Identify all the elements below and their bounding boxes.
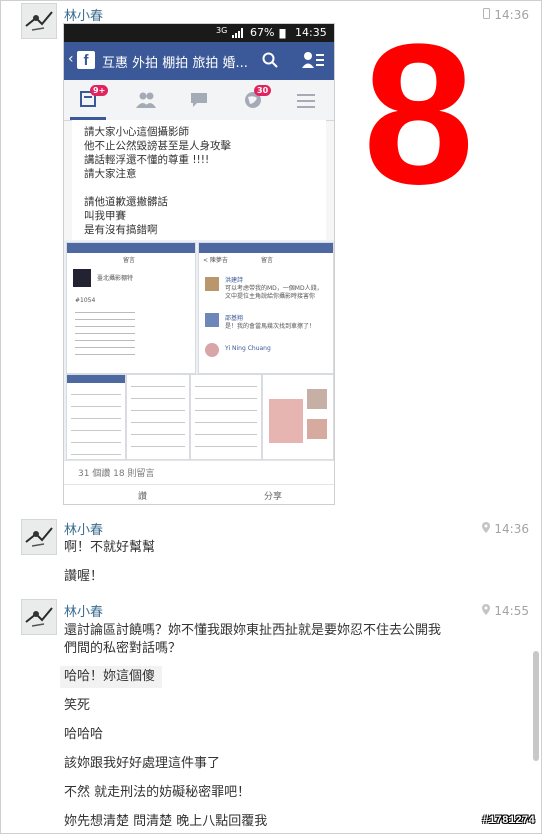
message-line: 啊！不就好幫幫 bbox=[64, 540, 156, 555]
message-line: 哈哈哈 bbox=[64, 727, 104, 742]
message-line: 笑死 bbox=[64, 698, 91, 713]
page-logo bbox=[73, 269, 91, 287]
signal-label: 3G bbox=[216, 26, 228, 35]
news-feed-badge: 9+ bbox=[90, 85, 109, 96]
message-line: 還討論區討饒嗎？妳不懂我跟妳東扯西扯就是要妳忍不住去公開我 bbox=[64, 623, 442, 638]
collage-panel: 留言 臺北攝影棚特 #1054 bbox=[66, 242, 196, 374]
text-block bbox=[75, 309, 135, 361]
time-label: 14:36 bbox=[494, 522, 529, 536]
collage-panel bbox=[262, 374, 334, 460]
location-pin-icon bbox=[482, 522, 491, 536]
collage-panel: < 陳夢吉 留言 洪建詩 可以考虑带我的MD，一個MD人錢， 文中提位主角說給你… bbox=[198, 242, 334, 374]
phone-icon bbox=[483, 8, 491, 22]
commenter-name: Yi Ning Chuang bbox=[225, 345, 271, 352]
message-time: 14:55 bbox=[482, 604, 529, 618]
reaction-summary[interactable]: 31 個讚 18 則留言 bbox=[64, 460, 334, 485]
chat-window: 林小春 14:36 3G 67% 14:35 ‹ f 互惠 外拍 棚拍 旅拍 婚… bbox=[0, 0, 542, 834]
post-line: 叫我甲賽 bbox=[84, 210, 126, 222]
collage-panel bbox=[66, 374, 126, 460]
page-name: 臺北攝影棚特 bbox=[97, 275, 134, 282]
screenshot-attachment[interactable]: 3G 67% 14:35 ‹ f 互惠 外拍 棚拍 旅拍 婚... 9+ 30 … bbox=[63, 23, 335, 505]
scrollbar-thumb[interactable] bbox=[533, 651, 539, 761]
message-line: 不然 就走刑法的妨礙秘密罪吧！ bbox=[64, 785, 251, 800]
message-line: 們間的私密對話嗎？ bbox=[64, 641, 182, 656]
collage-header: 留言 bbox=[261, 257, 274, 264]
friends-icon[interactable] bbox=[136, 92, 156, 112]
back-icon[interactable]: ‹ bbox=[68, 51, 74, 67]
overlay-number: 8 bbox=[363, 3, 475, 226]
post-line: 講話輕浮還不懂的尊重 !!!! bbox=[84, 154, 210, 166]
commenter-avatar bbox=[205, 277, 219, 291]
time-label: 14:55 bbox=[494, 604, 529, 618]
post-line: 請他道歉還撇髒話 bbox=[84, 196, 168, 208]
reaction-count: 31 個讚 18 則留言 bbox=[78, 469, 155, 479]
avatar[interactable] bbox=[21, 3, 57, 39]
post-number: #1054 bbox=[75, 297, 96, 304]
message-time: 14:36 bbox=[483, 8, 529, 22]
facebook-header: ‹ f 互惠 外拍 棚拍 旅拍 婚... bbox=[64, 42, 334, 80]
sender-name[interactable]: 林小春 bbox=[64, 601, 103, 620]
share-button[interactable]: 分享 bbox=[264, 489, 282, 502]
collage-back: < 陳夢吉 bbox=[203, 257, 228, 264]
avatar[interactable] bbox=[21, 519, 57, 555]
commenter-avatar bbox=[205, 313, 219, 327]
collage-panel bbox=[126, 374, 190, 460]
search-icon[interactable] bbox=[262, 52, 278, 72]
location-pin-icon bbox=[482, 604, 491, 618]
facebook-logo-icon: f bbox=[77, 51, 95, 69]
post-line: 請大家小心這個攝影師 bbox=[84, 126, 189, 138]
message-line: 妳先想清楚 問清楚 晚上八點回覆我 bbox=[64, 814, 268, 829]
like-button[interactable]: 讚 bbox=[138, 489, 147, 502]
post-image-collage[interactable]: 留言 臺北攝影棚特 #1054 < 陳夢吉 留言 洪建詩 可以考虑带我的MD，一… bbox=[64, 240, 334, 460]
avatar[interactable] bbox=[21, 599, 57, 635]
comment-text: 文中提位主角說給你攝影時接害你 bbox=[225, 293, 316, 300]
battery-label: 67% bbox=[250, 26, 275, 39]
sender-name[interactable]: 林小春 bbox=[64, 519, 103, 538]
commenter-avatar bbox=[205, 343, 219, 357]
phone-status-bar: 3G 67% 14:35 bbox=[64, 24, 334, 42]
post-body: 請大家小心這個攝影師 他不止公然毀謗甚至是人身攻擊 講話輕浮還不懂的尊重 !!!… bbox=[72, 120, 326, 240]
messages-icon[interactable] bbox=[190, 92, 208, 112]
friend-requests-icon[interactable] bbox=[302, 51, 324, 73]
menu-icon[interactable] bbox=[297, 93, 315, 112]
scrollbar[interactable] bbox=[533, 651, 539, 761]
sender-name[interactable]: 林小春 bbox=[64, 5, 103, 24]
facebook-tab-bar: 9+ 30 bbox=[64, 80, 334, 121]
collage-header: 留言 bbox=[123, 257, 136, 264]
post-line: 他不止公然毀謗甚至是人身攻擊 bbox=[84, 140, 231, 152]
message-line: 哈哈！妳這個傻 bbox=[64, 669, 156, 684]
signal-bars-icon bbox=[232, 28, 246, 41]
collage-panel bbox=[190, 374, 262, 460]
battery-icon bbox=[279, 28, 286, 42]
group-title: 互惠 外拍 棚拍 旅拍 婚... bbox=[102, 56, 248, 71]
message-time: 14:36 bbox=[482, 522, 529, 536]
post-line: 請大家注意 bbox=[84, 168, 137, 180]
post-line: 是有沒有搞錯啊 bbox=[84, 224, 158, 236]
time-label: 14:36 bbox=[494, 8, 529, 22]
comment-text: 是！我的會當馬幾次找到車擦了！ bbox=[225, 323, 316, 330]
watermark: #1781274 bbox=[482, 815, 535, 827]
notifications-badge: 30 bbox=[254, 85, 272, 96]
message-line: 該妳跟我好好處理這件事了 bbox=[64, 756, 221, 771]
message-line: 讚喔！ bbox=[64, 569, 104, 584]
clock-label: 14:35 bbox=[295, 26, 327, 39]
post-actions: 讚 分享 bbox=[64, 484, 334, 504]
